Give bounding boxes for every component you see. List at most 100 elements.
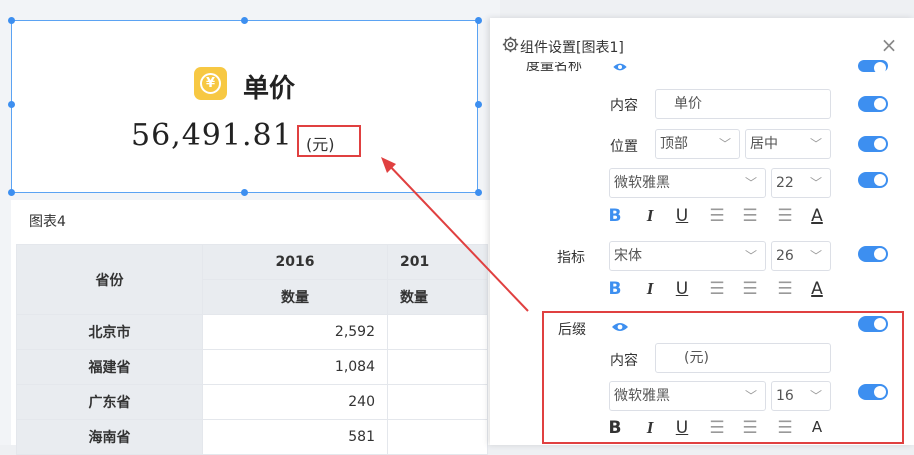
font-color-button[interactable]: A [807, 418, 827, 436]
kpi-title: 单价 [243, 74, 296, 104]
resize-handle-right[interactable] [475, 101, 482, 108]
chevron-down-icon: ﹀ [809, 389, 822, 403]
italic-button[interactable]: I [640, 206, 660, 226]
align-center-icon[interactable]: ☰ [740, 206, 760, 226]
align-right-icon[interactable]: ☰ [775, 279, 795, 299]
position-value: 顶部 [660, 136, 688, 152]
value-cell-empty [387, 349, 488, 385]
resize-handle-top-right[interactable] [475, 17, 482, 24]
font-color-button[interactable]: A [807, 279, 827, 299]
italic-button[interactable]: I [640, 418, 660, 438]
header-measure: 数量 [202, 279, 388, 315]
italic-button[interactable]: I [640, 279, 660, 299]
align-left-icon[interactable]: ☰ [707, 206, 727, 226]
position-label: 位置 [610, 139, 638, 155]
value-cell: 240 [202, 384, 388, 420]
eye-icon[interactable] [611, 62, 629, 72]
value-cell: 581 [202, 419, 388, 455]
kpi-value: 56,491.81 [131, 118, 293, 153]
align-value: 居中 [750, 136, 778, 152]
value-cell: 2,592 [202, 314, 388, 350]
chevron-down-icon: ﹀ [744, 389, 757, 403]
value-cell-empty [387, 314, 488, 350]
underline-button[interactable]: U [672, 206, 692, 226]
indicator-size-value: 26 [776, 248, 794, 264]
yuan-coin-icon: ¥ [194, 67, 227, 100]
font-size-select[interactable]: 22 ﹀ [771, 168, 831, 198]
position-select[interactable]: 顶部 ﹀ [655, 129, 740, 159]
resize-handle-top-left[interactable] [8, 17, 15, 24]
chevron-down-icon: ﹀ [744, 249, 757, 263]
resize-handle-bottom-left[interactable] [8, 189, 15, 196]
chevron-down-icon: ﹀ [718, 137, 731, 151]
align-select[interactable]: 居中 ﹀ [745, 129, 831, 159]
resize-handle-left[interactable] [8, 101, 15, 108]
province-cell: 海南省 [16, 419, 203, 455]
value-cell-empty [387, 419, 488, 455]
value-cell: 1,084 [202, 349, 388, 385]
content-toggle[interactable] [858, 96, 888, 112]
province-cell: 福建省 [16, 349, 203, 385]
align-left-icon[interactable]: ☰ [707, 279, 727, 299]
indicator-size-select[interactable]: 26 ﹀ [771, 241, 831, 271]
close-icon[interactable]: × [880, 35, 898, 55]
align-right-icon[interactable]: ☰ [775, 418, 795, 438]
underline-button[interactable]: U [672, 279, 692, 299]
chevron-down-icon: ﹀ [744, 176, 757, 190]
bold-button[interactable]: B [605, 279, 625, 299]
chevron-down-icon: ﹀ [809, 249, 822, 263]
font-toggle[interactable] [858, 172, 888, 188]
font-family-value: 微软雅黑 [614, 175, 670, 191]
indicator-font-select[interactable]: 宋体 ﹀ [609, 241, 766, 271]
panel-title: 组件设置[图表1] [520, 40, 624, 56]
table-row: 福建省 1,084 [16, 349, 488, 385]
measure-name-toggle[interactable] [858, 60, 888, 74]
content-input[interactable]: 单价 [655, 89, 831, 119]
header-year: 2016 [202, 244, 388, 280]
suffix-size-value: 16 [776, 388, 794, 404]
align-left-icon[interactable]: ☰ [707, 418, 727, 438]
chevron-down-icon: ﹀ [809, 176, 822, 190]
suffix-toggle[interactable] [858, 316, 888, 332]
bold-button[interactable]: B [605, 206, 625, 226]
suffix-highlight-box [297, 125, 361, 157]
eye-icon[interactable] [611, 321, 629, 333]
font-size-value: 22 [776, 175, 794, 191]
font-color-button[interactable]: A [807, 206, 827, 226]
measure-name-label: 度量名称 [526, 62, 582, 74]
bold-button[interactable]: B [605, 418, 625, 438]
gear-icon [502, 36, 519, 53]
yuan-glyph: ¥ [200, 73, 221, 94]
pivot-table: 省份 2016 201 数量 数量 北京市 2,592 福建省 1,084 广东… [16, 244, 488, 455]
resize-handle-bottom-right[interactable] [475, 189, 482, 196]
province-cell: 广东省 [16, 384, 203, 420]
indicator-font-value: 宋体 [614, 248, 642, 264]
font-family-select[interactable]: 微软雅黑 ﹀ [609, 168, 766, 198]
suffix-font-toggle[interactable] [858, 384, 888, 400]
table-row: 广东省 240 [16, 384, 488, 420]
table-title: 图表4 [29, 214, 66, 230]
indicator-toggle[interactable] [858, 246, 888, 262]
underline-button[interactable]: U [672, 418, 692, 438]
resize-handle-bottom[interactable] [241, 189, 248, 196]
align-right-icon[interactable]: ☰ [775, 206, 795, 226]
resize-handle-top[interactable] [241, 17, 248, 24]
suffix-content-label: 内容 [610, 353, 638, 369]
table-row: 海南省 581 [16, 419, 488, 455]
suffix-content-input[interactable]: (元) [655, 343, 831, 373]
suffix-label: 后缀 [558, 322, 586, 338]
suffix-font-select[interactable]: 微软雅黑 ﹀ [609, 381, 766, 411]
chevron-down-icon: ﹀ [809, 137, 822, 151]
table-row: 北京市 2,592 [16, 314, 488, 350]
indicator-label: 指标 [557, 250, 585, 266]
content-label: 内容 [610, 98, 638, 114]
header-province: 省份 [16, 244, 203, 315]
align-center-icon[interactable]: ☰ [740, 418, 760, 438]
align-center-icon[interactable]: ☰ [740, 279, 760, 299]
province-cell: 北京市 [16, 314, 203, 350]
position-toggle[interactable] [858, 136, 888, 152]
suffix-size-select[interactable]: 16 ﹀ [771, 381, 831, 411]
kpi-card[interactable] [11, 20, 478, 193]
header-year: 201 [387, 244, 488, 280]
suffix-font-value: 微软雅黑 [614, 388, 670, 404]
